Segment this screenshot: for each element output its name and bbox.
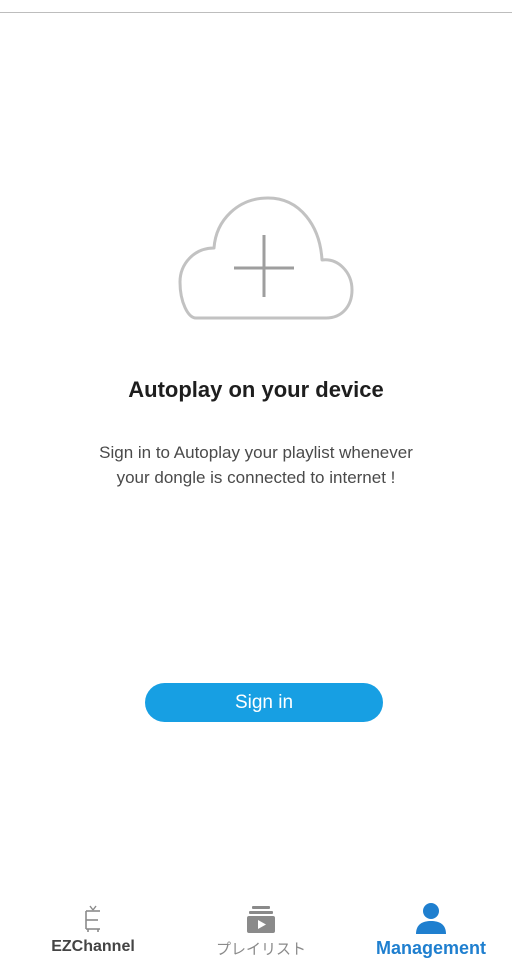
tab-management[interactable]: Management [346,895,512,963]
description: Sign in to Autoplay your playlist whenev… [40,440,472,490]
page-title: Autoplay on your device [128,377,384,402]
top-divider [0,12,512,13]
tab-ezchannel[interactable]: EZChannel [8,895,178,963]
description-line: Sign in to Autoplay your playlist whenev… [99,443,413,462]
tab-label: Management [375,938,487,958]
tab-label: EZChannel [51,938,135,955]
cloud-plus-icon [178,196,354,320]
playlist-icon [176,903,346,935]
sign-in-button[interactable]: Sign in [145,683,383,722]
tab-playlist[interactable]: プレイリスト [176,895,346,963]
tab-label: プレイリスト [215,941,306,958]
bottom-nav: EZChannel プレイリスト Management [0,895,512,963]
tv-icon [8,903,178,935]
description-line: your dongle is connected to internet ! [116,468,396,487]
person-icon [346,903,512,935]
